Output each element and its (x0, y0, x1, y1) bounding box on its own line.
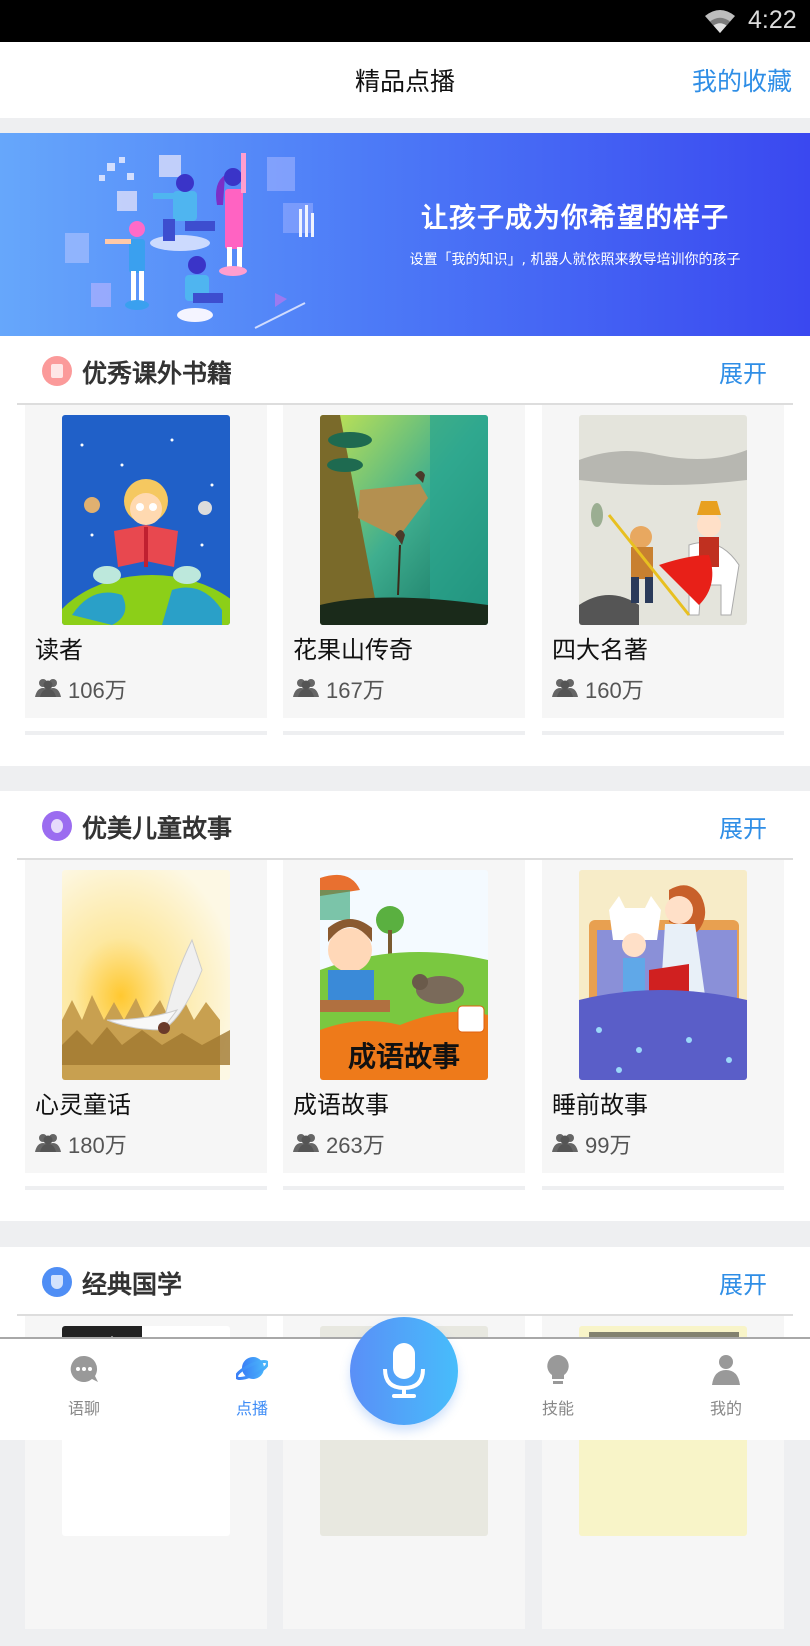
expand-button[interactable]: 展开 (719, 354, 767, 389)
tab-label: 语聊 (67, 1399, 100, 1418)
book-card[interactable]: 睡前故事 99万 (542, 860, 784, 1173)
expand-button[interactable]: 展开 (719, 1265, 767, 1300)
tab-chat[interactable]: 语聊 (24, 1339, 144, 1442)
lightbulb-icon (547, 1355, 569, 1384)
section-header: 经典国学 展开 (0, 1247, 810, 1316)
book-card[interactable]: 花果山传奇 167万 (283, 405, 525, 718)
book-card[interactable]: 成语故事 成语故事 263万 (283, 860, 525, 1173)
section-header: 优美儿童故事 展开 (0, 791, 810, 860)
graduation-icon (42, 1267, 72, 1297)
page-title: 精品点播 (354, 67, 455, 96)
tab-skills[interactable]: 技能 (498, 1339, 618, 1442)
book-title: 睡前故事 (552, 1091, 648, 1119)
clock: 4:22 (748, 6, 797, 34)
tab-on-demand[interactable]: 点播 (192, 1339, 312, 1442)
book-cover (62, 415, 230, 625)
my-favorites-link[interactable]: 我的收藏 (692, 62, 792, 98)
users-icon (293, 679, 319, 697)
book-cover (579, 415, 747, 625)
book-icon (42, 356, 72, 386)
card-footer (25, 1173, 267, 1190)
section-title: 优美儿童故事 (82, 814, 233, 843)
play-count-value: 106万 (68, 678, 127, 703)
microphone-icon (383, 1343, 425, 1398)
play-count-value: 180万 (68, 1133, 127, 1158)
book-card[interactable]: 读者 106万 (25, 405, 267, 718)
book-title: 四大名著 (552, 636, 648, 664)
book-list: 心灵童话 180万 成语故事 成语故事 263万 睡前故事 99万 (25, 860, 785, 1190)
users-icon (35, 679, 61, 697)
card-footer (25, 718, 267, 735)
section-children-stories: 优美儿童故事 展开 心灵童话 180万 成语故事 成语故事 263万 睡前故事 … (0, 791, 810, 1221)
play-count-value: 167万 (326, 678, 385, 703)
book-cover (579, 870, 747, 1080)
expand-button[interactable]: 展开 (719, 809, 767, 844)
book-card[interactable]: 四大名著 160万 (542, 405, 784, 718)
story-icon (42, 811, 72, 841)
user-icon (712, 1355, 740, 1385)
section-title: 优秀课外书籍 (82, 359, 233, 388)
cover-title-text: 成语故事 (347, 1040, 460, 1073)
tab-label: 我的 (709, 1399, 742, 1418)
book-title: 花果山传奇 (293, 636, 413, 664)
play-count-value: 160万 (585, 678, 644, 703)
card-footer (542, 1173, 784, 1190)
promo-banner[interactable]: 让孩子成为你希望的样子 设置「我的知识」, 机器人就依照来教导培训你的孩子 (0, 133, 810, 336)
banner-subtitle: 设置「我的知识」, 机器人就依照来教导培训你的孩子 (409, 252, 741, 268)
users-icon (293, 1134, 319, 1152)
book-title: 读者 (35, 636, 83, 664)
tab-label: 技能 (541, 1399, 574, 1418)
book-list: 读者 106万 花果山传奇 167万 四大名著 160万 (25, 405, 785, 735)
vr-kids-illustration (65, 153, 314, 329)
banner-headline: 让孩子成为你希望的样子 (421, 203, 729, 234)
section-header: 优秀课外书籍 展开 (0, 336, 810, 405)
users-icon (552, 679, 578, 697)
users-icon (35, 1134, 61, 1152)
top-header: 精品点播 我的收藏 (0, 42, 810, 118)
section-title: 经典国学 (82, 1270, 183, 1299)
tab-profile[interactable]: 我的 (666, 1339, 786, 1442)
planet-icon (236, 1357, 268, 1380)
book-card[interactable]: 心灵童话 180万 (25, 860, 267, 1173)
book-title: 成语故事 (293, 1091, 389, 1119)
section-extracurricular-books: 优秀课外书籍 展开 读者 106万 花果山传奇 167万 四大名著 160万 (0, 336, 810, 766)
card-footer (283, 1173, 525, 1190)
play-count-value: 263万 (326, 1133, 385, 1158)
chat-icon (70, 1355, 98, 1382)
card-footer (283, 718, 525, 735)
book-cover (320, 415, 488, 625)
play-count-value: 99万 (585, 1133, 632, 1158)
tab-label: 点播 (235, 1399, 268, 1418)
book-cover (62, 870, 230, 1080)
card-footer (542, 718, 784, 735)
users-icon (552, 1134, 578, 1152)
status-bar: 4:22 (0, 0, 810, 42)
book-title: 心灵童话 (35, 1091, 131, 1119)
voice-button[interactable] (350, 1317, 458, 1425)
wifi-icon (705, 10, 735, 33)
